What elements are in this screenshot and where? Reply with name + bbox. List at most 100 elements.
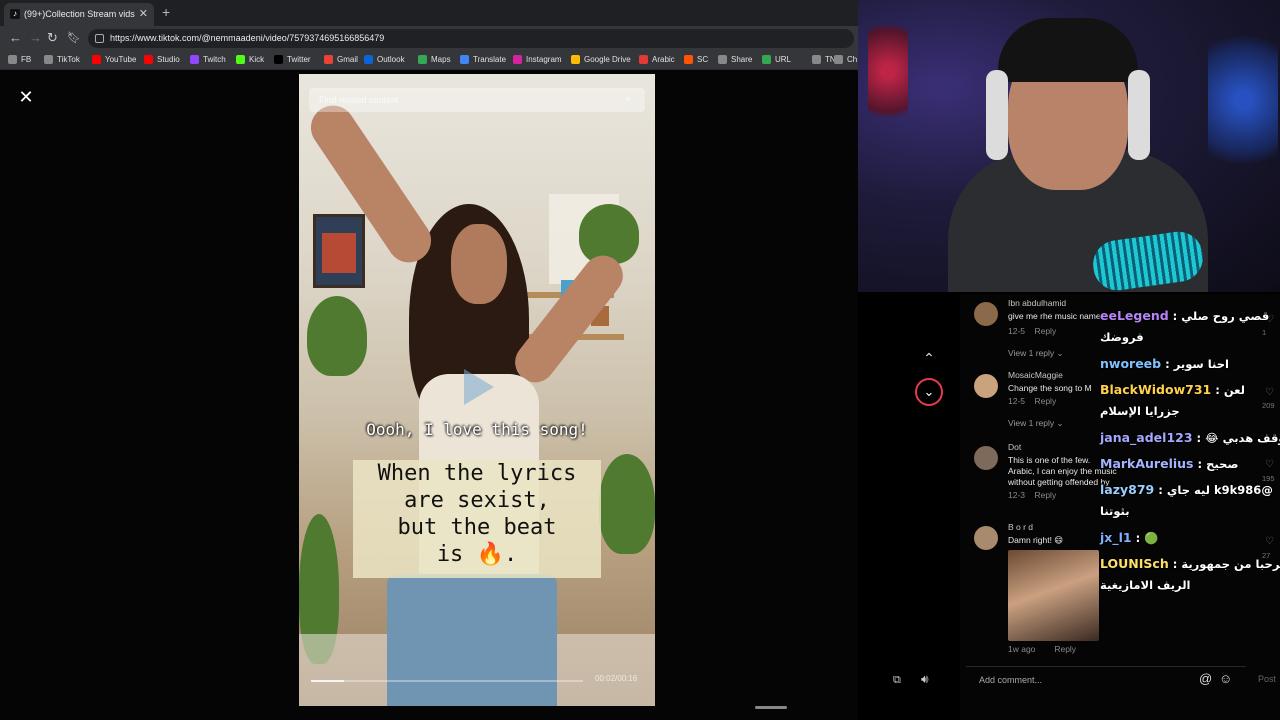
comment-meta: 12-3 Reply	[1008, 490, 1056, 500]
chat-username[interactable]: MarkAurelius	[1100, 456, 1193, 471]
comment-username[interactable]: B o r d	[1008, 522, 1033, 532]
horizontal-scrollbar[interactable]	[755, 706, 787, 709]
chevron-up-icon[interactable]: ⌃	[917, 346, 941, 370]
chat-text: مرحبا من جمهورية	[1181, 557, 1280, 571]
chat-message: بثوتنا	[1100, 504, 1272, 518]
comment-meta: 1w ago Reply	[1008, 644, 1076, 654]
bookmark-item[interactable]: Arabic	[639, 54, 675, 66]
chat-separator: :	[1211, 383, 1224, 397]
volume-icon[interactable]: 🔊︎	[921, 672, 929, 687]
find-related-search[interactable]: Find related content ⌕	[309, 88, 645, 112]
comment-sticker-image	[1008, 550, 1099, 641]
red-light	[868, 6, 908, 136]
bookmark-item[interactable]: TikTok	[44, 54, 80, 66]
bookmark-item[interactable]: Ch	[834, 54, 857, 66]
bookmark-item[interactable]: Gmail	[324, 54, 358, 66]
comment-username[interactable]: Ibn abdulhamid	[1008, 298, 1066, 308]
reply-button[interactable]: Reply	[1054, 644, 1076, 654]
bookmark-icon	[571, 55, 580, 64]
caption-line: When the lyrics	[377, 461, 577, 486]
bookmark-label: Outlook	[377, 55, 405, 64]
avatar[interactable]	[974, 302, 998, 326]
avatar[interactable]	[974, 446, 998, 470]
address-bar[interactable]: https://www.tiktok.com/@nemmaadeni/video…	[88, 29, 854, 48]
bookmark-item[interactable]: YouTube	[92, 54, 136, 66]
bookmark-item[interactable]: Twitch	[190, 54, 226, 66]
post-button[interactable]: Post	[1258, 674, 1276, 684]
avatar[interactable]	[974, 374, 998, 398]
forward-icon[interactable]: →	[29, 30, 42, 46]
chat-username[interactable]: jana_adel123	[1100, 430, 1193, 445]
bookmark-icon	[460, 55, 469, 64]
headset	[1128, 70, 1150, 160]
bookmark-item[interactable]: SC	[684, 54, 708, 66]
tab-close-icon[interactable]: ✕	[139, 3, 148, 26]
bookmark-item[interactable]: Google Drive	[571, 54, 631, 66]
browser-tab[interactable]: ♪ (99+)Collection Stream vids ✕	[4, 3, 154, 26]
bookmark-item[interactable]: Twitter	[274, 54, 311, 66]
at-icon[interactable]: @	[1199, 672, 1212, 686]
avatar[interactable]	[974, 526, 998, 550]
emoji-icon[interactable]: ☺	[1219, 672, 1232, 686]
search-icon[interactable]: ⌕	[625, 93, 637, 105]
chat-text: 🟢	[1144, 531, 1159, 545]
comment-date: 12-5	[1008, 396, 1026, 406]
back-icon[interactable]: ←	[9, 30, 22, 46]
play-icon[interactable]	[464, 369, 494, 405]
video-player[interactable]: Find related content ⌕ Oooh, I love this…	[299, 74, 655, 706]
chat-username[interactable]: lazy879	[1100, 482, 1154, 497]
caption-line: are sexist,	[404, 488, 550, 513]
chat-message: BlackWidow731 : لعن	[1100, 382, 1272, 397]
bookmark-label: Instagram	[526, 55, 562, 64]
bookmark-item[interactable]: Kick	[236, 54, 264, 66]
bookmark-label: Kick	[249, 55, 265, 64]
bookmark-icon	[834, 55, 843, 64]
view-replies[interactable]: View 1 reply ⌄	[1008, 348, 1064, 359]
wall-poster	[313, 214, 365, 288]
bookmark-item[interactable]: Maps	[418, 54, 451, 66]
chat-username[interactable]: LOUNISch	[1100, 556, 1169, 571]
lyric-text: Oooh, I love this song!	[366, 420, 588, 439]
progress-fill	[311, 680, 344, 682]
reply-button[interactable]: Reply	[1034, 396, 1056, 406]
reply-button[interactable]: Reply	[1034, 326, 1056, 336]
person-jeans	[387, 574, 557, 706]
video-progress-bar[interactable]	[311, 680, 583, 682]
bookmark-icon	[718, 55, 727, 64]
reply-button[interactable]: Reply	[1034, 490, 1056, 500]
comment-username[interactable]: Dot	[1008, 442, 1021, 452]
bookmark-item[interactable]: Instagram	[513, 54, 562, 66]
plant	[307, 296, 367, 376]
webcam-feed	[858, 0, 1280, 292]
person-face	[451, 224, 507, 304]
chat-username[interactable]: nworeeb	[1100, 356, 1161, 371]
bookmark-item[interactable]: TN	[812, 54, 836, 66]
miniplayer-icon[interactable]: ⧉	[893, 674, 901, 687]
bookmark-icon[interactable]: 🔖︎	[67, 30, 81, 46]
site-info-icon[interactable]	[95, 34, 104, 43]
bookmark-label: URL	[775, 55, 792, 64]
bookmark-label: Translate	[473, 55, 507, 64]
bookmark-item[interactable]: Translate	[460, 54, 506, 66]
bookmark-item[interactable]: FB	[8, 54, 31, 66]
comment-meta: 12-5 Reply	[1008, 326, 1056, 336]
comment-username[interactable]: MosaicMaggie	[1008, 370, 1063, 380]
navigation-bar: ← → ↻ 🔖︎ https://www.tiktok.com/@nemmaad…	[0, 26, 858, 50]
bookmark-item[interactable]: URL	[762, 54, 791, 66]
chat-username[interactable]: eeLegend	[1100, 308, 1169, 323]
bookmark-item[interactable]: Share	[718, 54, 752, 66]
bookmarks-bar: FB TikTok YouTube Studio Twitch Kick Twitter Gm…	[0, 50, 858, 70]
bookmark-item[interactable]: Outlook	[364, 54, 405, 66]
chat-username[interactable]: BlackWidow731	[1100, 382, 1211, 397]
chat-message: LOUNISch : مرحبا من جمهورية	[1100, 556, 1280, 571]
new-tab-icon[interactable]: +	[162, 4, 170, 20]
view-replies[interactable]: View 1 reply ⌄	[1008, 418, 1064, 429]
bookmark-item[interactable]: Studio	[144, 54, 180, 66]
url-text: https://www.tiktok.com/@nemmaadeni/video…	[110, 33, 385, 43]
bookmark-label: TikTok	[57, 55, 80, 64]
chat-message: eeLegend : قصي روح صلي	[1100, 308, 1272, 323]
chevron-down-icon[interactable]: ⌄	[915, 378, 943, 406]
chat-username[interactable]: jx_l1	[1100, 530, 1132, 545]
close-icon[interactable]: ✕	[17, 88, 35, 106]
reload-icon[interactable]: ↻	[47, 30, 58, 46]
